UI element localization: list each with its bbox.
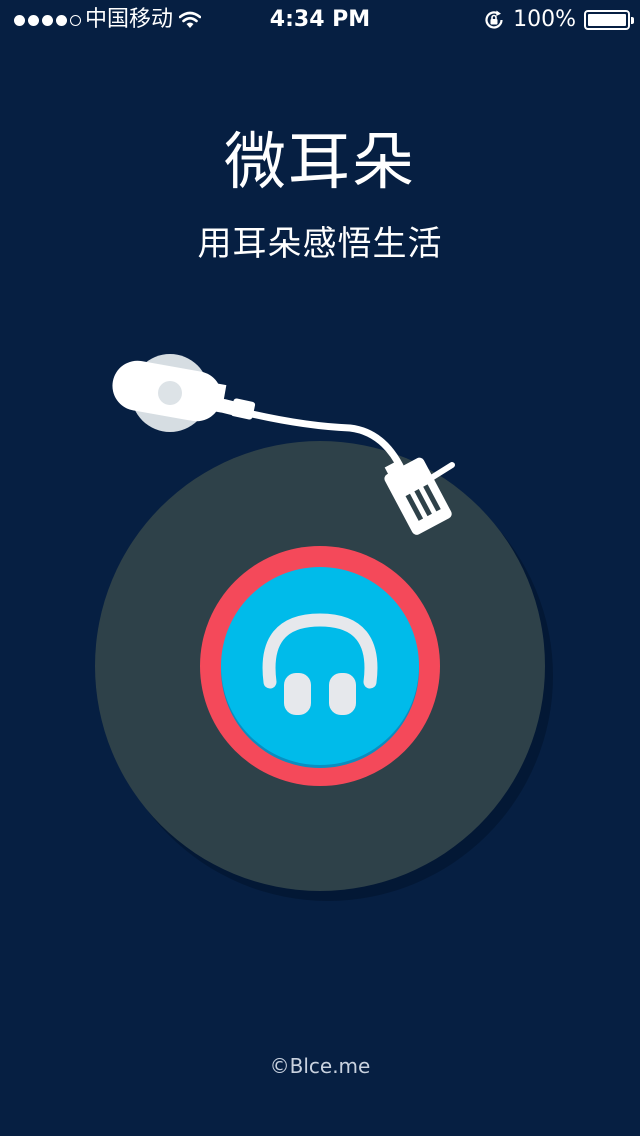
battery-icon (584, 10, 634, 30)
battery-tip (631, 17, 634, 24)
battery-percent: 100% (513, 7, 576, 32)
rotation-lock-icon (485, 10, 503, 29)
record-label-center (221, 567, 419, 765)
turntable-headphones-icon (95, 354, 553, 901)
status-bar: 中国移动 4:34 PM 100% (0, 0, 640, 40)
battery-fill (588, 14, 626, 26)
status-right: 100% (483, 0, 634, 40)
app-title: 微耳朵 (223, 125, 416, 198)
copyright-text: ©Blce.me (269, 1054, 371, 1078)
app-subtitle: 用耳朵感悟生活 (197, 224, 443, 264)
